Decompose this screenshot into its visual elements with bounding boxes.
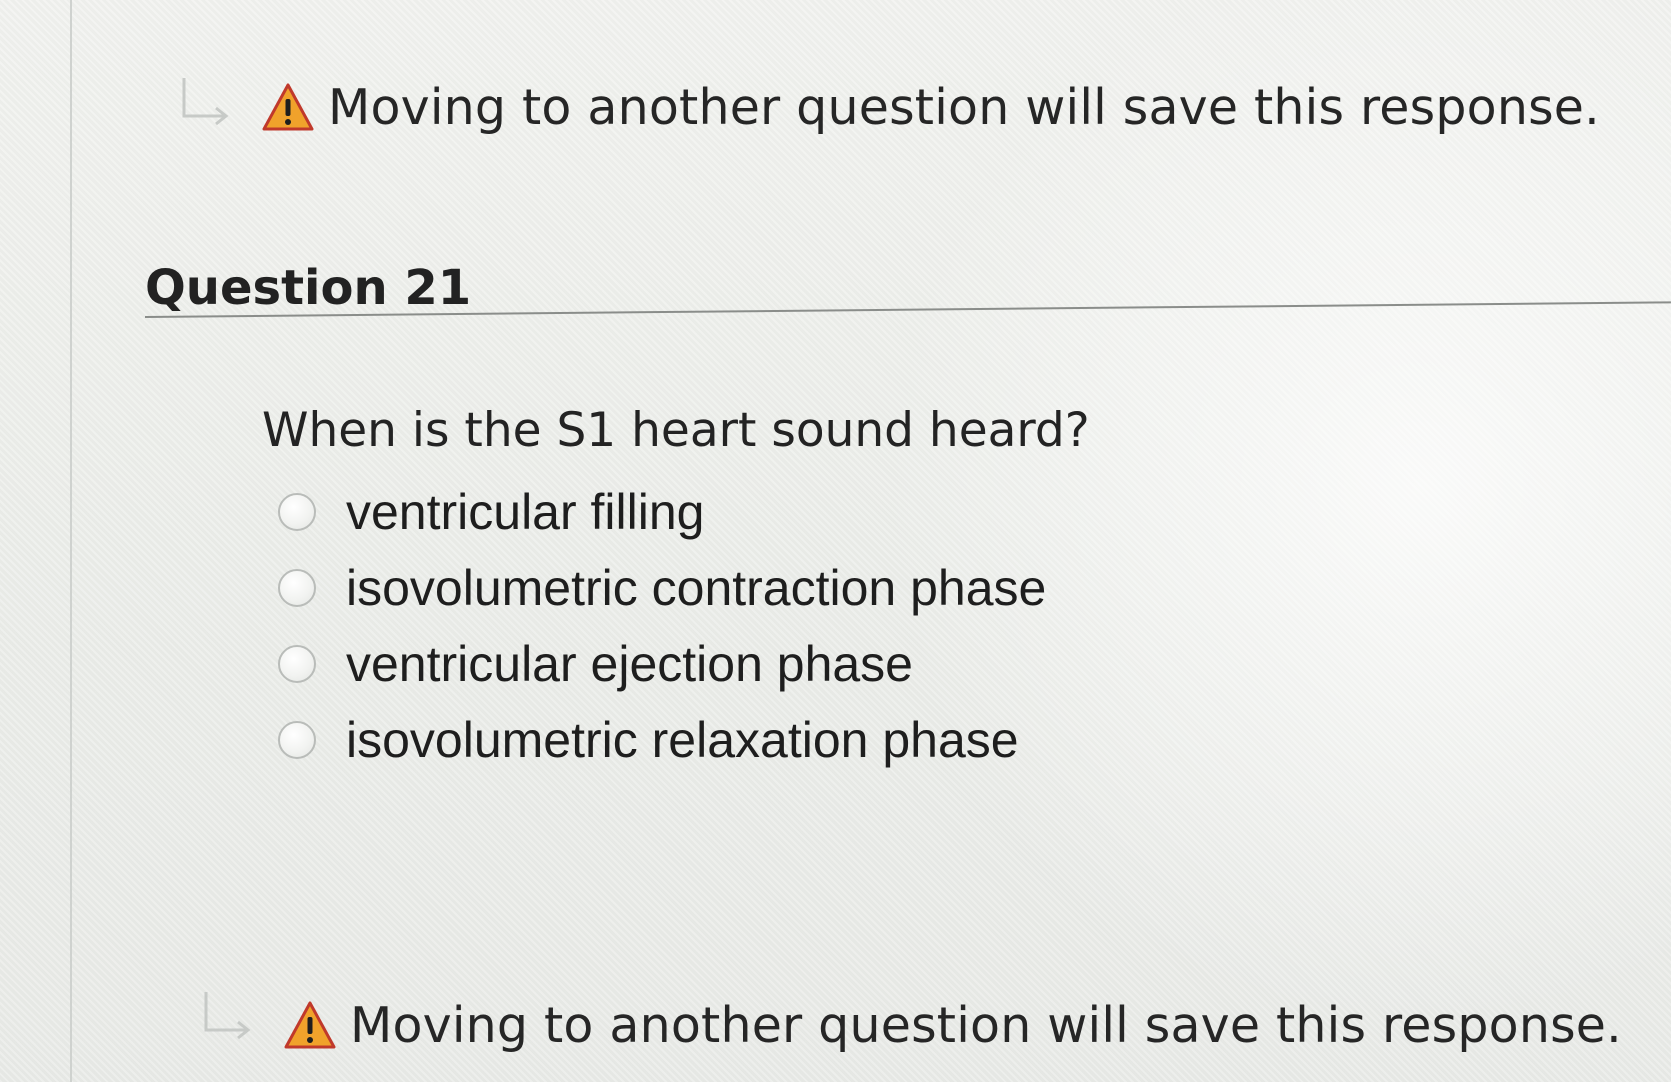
quiz-page: Moving to another question will save thi… bbox=[0, 0, 1671, 1082]
question-title: Question 21 bbox=[145, 260, 472, 316]
return-arrow-icon bbox=[204, 992, 251, 1040]
radio-button[interactable] bbox=[278, 493, 316, 531]
answer-options: ventricular filling isovolumetric contra… bbox=[278, 474, 1046, 778]
return-arrow-icon bbox=[182, 78, 229, 126]
warning-icon bbox=[262, 83, 314, 131]
content-frame-border bbox=[70, 0, 72, 1082]
radio-button[interactable] bbox=[278, 721, 316, 759]
answer-option[interactable]: isovolumetric relaxation phase bbox=[278, 702, 1046, 778]
option-label[interactable]: ventricular filling bbox=[346, 483, 704, 541]
save-notice-text: Moving to another question will save thi… bbox=[328, 78, 1600, 136]
save-notice-top: Moving to another question will save thi… bbox=[178, 72, 1600, 142]
option-label[interactable]: ventricular ejection phase bbox=[346, 635, 913, 693]
radio-button[interactable] bbox=[278, 569, 316, 607]
save-notice-text: Moving to another question will save thi… bbox=[350, 996, 1622, 1054]
warning-icon bbox=[284, 1001, 336, 1049]
answer-option[interactable]: ventricular ejection phase bbox=[278, 626, 1046, 702]
option-label[interactable]: isovolumetric contraction phase bbox=[346, 559, 1046, 617]
question-prompt: When is the S1 heart sound heard? bbox=[262, 403, 1090, 458]
save-notice-bottom: Moving to another question will save thi… bbox=[200, 990, 1622, 1060]
option-label[interactable]: isovolumetric relaxation phase bbox=[346, 711, 1019, 769]
answer-option[interactable]: ventricular filling bbox=[278, 474, 1046, 550]
answer-option[interactable]: isovolumetric contraction phase bbox=[278, 550, 1046, 626]
radio-button[interactable] bbox=[278, 645, 316, 683]
